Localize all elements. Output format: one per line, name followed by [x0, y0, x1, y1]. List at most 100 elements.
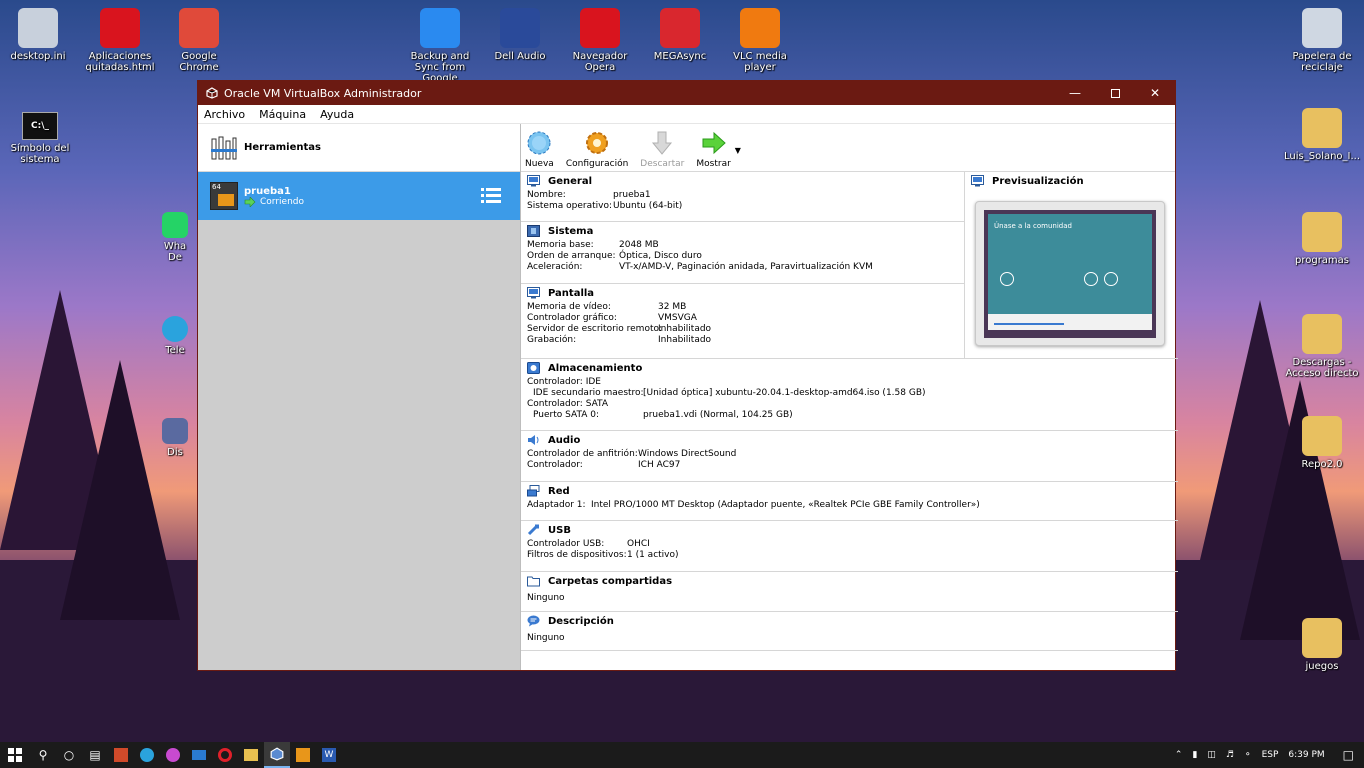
chevron-up-icon[interactable]: ⌃	[1175, 750, 1183, 760]
desktop-icon-label: Dis	[167, 447, 183, 458]
desktop-icon[interactable]: desktop.ini	[0, 8, 76, 62]
taskbar-app[interactable]	[212, 742, 238, 768]
desktop-icon-label: Repo2.0	[1301, 459, 1343, 470]
desktop-icon-partial[interactable]: Wha De	[150, 212, 200, 263]
desktop-icon[interactable]: Google Chrome	[161, 8, 237, 73]
close-button[interactable]: ✕	[1135, 81, 1175, 105]
desktop-icon-label: desktop.ini	[10, 51, 66, 62]
vm-list-item[interactable]: 64 prueba1 Corriendo	[198, 172, 520, 220]
desktop-icon-label: Aplicaciones quitadas.html	[85, 51, 155, 73]
field-value: 2048 MB	[619, 240, 659, 250]
discard-button[interactable]: Descartar	[640, 130, 684, 169]
cortana-button[interactable]: ○	[56, 742, 82, 768]
snip-tool-icon	[114, 748, 128, 762]
network-tray-icon[interactable]: ◫	[1207, 750, 1216, 760]
tools-item[interactable]: Herramientas	[198, 124, 520, 172]
field-label: Memoria de vídeo:	[527, 302, 611, 312]
search-button[interactable]: ⚲	[30, 742, 56, 768]
taskbar-app[interactable]: W	[316, 742, 342, 768]
desktop-icon-partial[interactable]: Dis	[150, 418, 200, 458]
desktop-icon[interactable]: programas	[1284, 212, 1360, 266]
clock[interactable]: 6:39 PM	[1288, 750, 1324, 760]
usb-icon	[527, 524, 539, 536]
title-bar[interactable]: Oracle VM VirtualBox Administrador — ✕	[198, 81, 1175, 105]
maximize-button[interactable]	[1095, 81, 1135, 105]
vm-list-panel: Herramientas 64 prueba1 Corriendo	[198, 124, 520, 670]
vm-preview-screen[interactable]: Únase a la comunidad	[975, 201, 1165, 346]
language-indicator[interactable]: ESP	[1262, 750, 1279, 760]
field-label: Nombre:	[527, 190, 566, 200]
task-view-button[interactable]: ▤	[82, 742, 108, 768]
volume-icon[interactable]: ♬	[1226, 750, 1234, 760]
close-icon: ✕	[1149, 86, 1161, 100]
microphone-icon[interactable]: ⚬	[1244, 750, 1252, 760]
desktop-icon-partial[interactable]: Tele	[150, 316, 200, 356]
desktop-icon-label: Wha	[163, 241, 187, 252]
menu-ayuda[interactable]: Ayuda	[320, 108, 354, 121]
desktop-icon[interactable]: MEGAsync	[642, 8, 718, 62]
taskbar-app[interactable]	[134, 742, 160, 768]
taskbar-app-virtualbox[interactable]	[264, 742, 290, 768]
field-label: Sistema operativo:	[527, 201, 612, 211]
field-value: Ninguno	[527, 633, 565, 643]
vm-menu-button[interactable]	[480, 186, 502, 209]
vm-name: prueba1	[244, 185, 291, 197]
folder-icon	[1302, 212, 1342, 252]
details-panel: Nueva Configuración Descartar Mostrar ▼ …	[520, 124, 1178, 670]
desktop-icon[interactable]: juegos	[1284, 618, 1360, 672]
section-carpetas: Carpetas compartidas Ninguno	[521, 572, 1178, 612]
desktop-icon[interactable]: Dell Audio	[482, 8, 558, 62]
settings-gear-icon	[586, 132, 609, 154]
section-almacenamiento: Almacenamiento Controlador: IDE IDE secu…	[521, 359, 1178, 431]
section-title: Sistema	[548, 225, 594, 237]
field-label: Aceleración:	[527, 262, 583, 272]
battery-icon[interactable]: ▮	[1192, 750, 1197, 760]
taskbar-app[interactable]	[160, 742, 186, 768]
opera-icon	[218, 748, 232, 762]
chevron-down-icon: ▼	[734, 146, 741, 155]
telegram-icon	[140, 748, 154, 762]
menu-maquina[interactable]: Máquina	[259, 108, 306, 121]
storage-disk-icon	[527, 362, 540, 374]
field-label: IDE secundario maestro:	[533, 388, 644, 398]
new-vm-icon	[527, 131, 551, 155]
taskbar-app[interactable]	[186, 742, 212, 768]
opera-icon	[580, 8, 620, 48]
show-arrow-icon	[702, 131, 726, 155]
section-title: Previsualización	[992, 175, 1084, 187]
desktop-icon[interactable]: Backup and Sync from Google	[402, 8, 478, 84]
settings-label: Configuración	[565, 159, 629, 169]
desktop-icon-label: juegos	[1305, 661, 1339, 672]
desktop-icon[interactable]: Papelera de reciclaje	[1284, 8, 1360, 73]
desktop-icon[interactable]: Descargas - Acceso directo	[1284, 314, 1360, 379]
settings-button[interactable]: Configuración	[566, 130, 628, 169]
section-title: Descripción	[548, 615, 614, 627]
mega-icon	[660, 8, 700, 48]
show-dropdown-button[interactable]: ▼	[735, 146, 741, 155]
field-value: Ubuntu (64-bit)	[613, 201, 683, 211]
desktop-icon-cmd[interactable]: C:\_ Símbolo del sistema	[2, 112, 78, 165]
new-vm-label: Nueva	[525, 159, 554, 169]
display-icon	[527, 287, 540, 299]
section-title: Almacenamiento	[548, 362, 643, 374]
desktop-icon[interactable]: Repo2.0	[1284, 416, 1360, 470]
desktop-icon-label: Navegador Opera	[572, 51, 628, 73]
section-descripcion: Descripción Ninguno	[521, 612, 1178, 651]
desktop-icon[interactable]: Luis_Solano_I...	[1284, 108, 1360, 162]
notifications-icon[interactable]: □	[1343, 748, 1354, 762]
section-red: Red Adaptador 1: Intel PRO/1000 MT Deskto…	[521, 482, 1178, 521]
taskbar-app[interactable]	[238, 742, 264, 768]
taskbar-app[interactable]	[290, 742, 316, 768]
vm-state: Corriendo	[260, 196, 304, 207]
new-vm-button[interactable]: Nueva	[525, 130, 554, 169]
virtualbox-logo-icon	[206, 87, 218, 99]
desktop-icon[interactable]: Aplicaciones quitadas.html	[82, 8, 158, 73]
minimize-button[interactable]: —	[1055, 81, 1095, 105]
section-pantalla: Pantalla Memoria de vídeo: 32 MB Controla…	[521, 284, 964, 359]
desktop-icon[interactable]: Navegador Opera	[562, 8, 638, 73]
desktop-icon[interactable]: VLC media player	[722, 8, 798, 73]
show-button[interactable]: Mostrar	[696, 130, 731, 169]
taskbar-app[interactable]	[108, 742, 134, 768]
start-button[interactable]	[0, 742, 30, 768]
menu-archivo[interactable]: Archivo	[204, 108, 245, 121]
